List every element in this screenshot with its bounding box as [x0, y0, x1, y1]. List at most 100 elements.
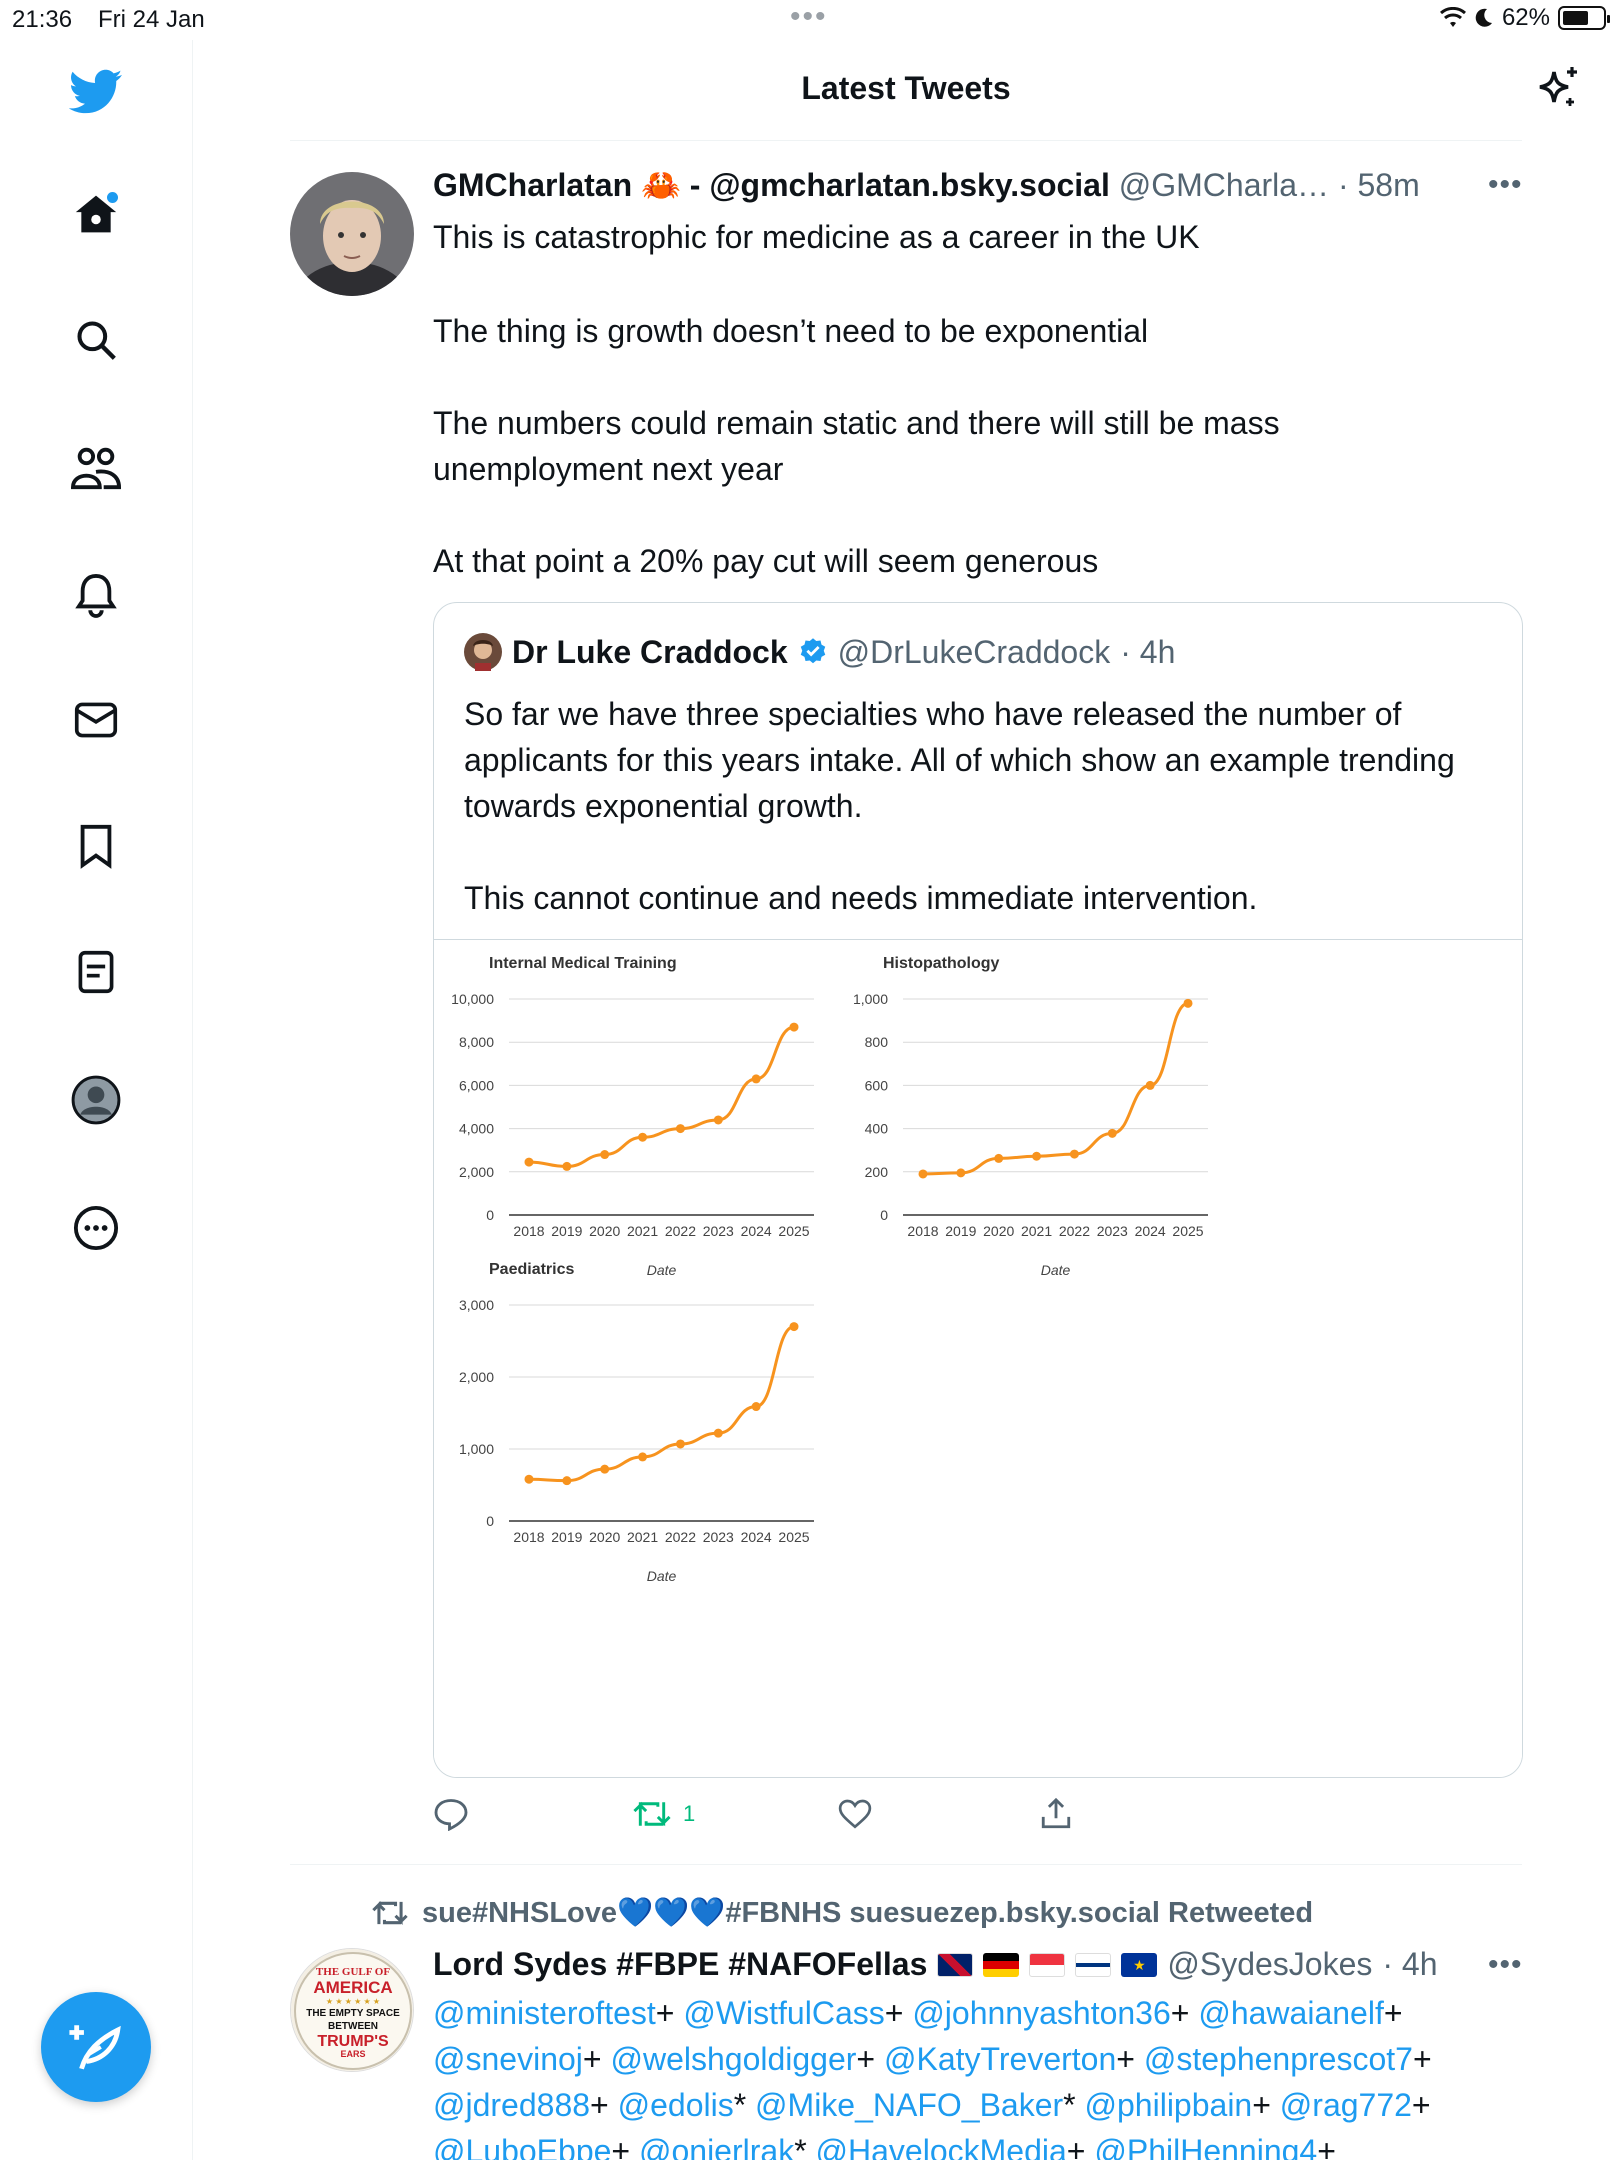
compose-feather-icon: [69, 2025, 121, 2070]
x-tick-label: 2021: [627, 1223, 658, 1239]
moon-icon: [1475, 8, 1492, 27]
bell-icon[interactable]: [68, 567, 124, 623]
mention-separator: +: [1066, 2133, 1086, 2160]
chart: Internal Medical Training 0 2,000 4,000 6,00…: [451, 955, 814, 1278]
mention-link[interactable]: @welshgoldigger: [610, 2041, 856, 2077]
mention-link[interactable]: @snevinoj: [433, 2041, 583, 2077]
singapore-flag-icon: [1029, 1952, 1066, 1977]
x-axis-label: Date: [1041, 1262, 1071, 1278]
twitter-bird-icon[interactable]: [68, 64, 124, 120]
search-icon[interactable]: [68, 312, 124, 368]
profile-icon[interactable]: [68, 1072, 124, 1128]
data-point: [1032, 1151, 1042, 1161]
home-icon[interactable]: [68, 186, 124, 242]
mail-icon[interactable]: [68, 692, 124, 748]
mention-link[interactable]: @Mike_NAFO_Baker: [755, 2087, 1063, 2123]
mention-link[interactable]: @WistfulCass: [683, 1995, 884, 2031]
retweeted-by-text: sue#NHSLove💙💙💙#FBNHS suesuezep.bsky.soci…: [422, 1897, 1314, 1929]
x-tick-label: 2021: [627, 1529, 658, 1545]
mention-link[interactable]: @johnnyashton36: [912, 1995, 1170, 2031]
mention-link[interactable]: @rag772: [1280, 2087, 1412, 2123]
mention-link[interactable]: @PhilHenning4: [1094, 2133, 1317, 2160]
mention-link[interactable]: @HavelockMedia: [816, 2133, 1067, 2160]
tweet-author-handle[interactable]: @GMCharla…: [1119, 167, 1329, 203]
heart-icon: [838, 1799, 872, 1829]
retweet-icon: [633, 1801, 671, 1827]
quoted-avatar[interactable]: [464, 633, 502, 671]
badge-text: THE EMPTY SPACE: [306, 2008, 400, 2019]
series-line: [528, 1025, 795, 1168]
status-date: Fri 24 Jan: [98, 6, 205, 33]
x-tick-label: 2025: [778, 1529, 809, 1545]
mention-link[interactable]: @LuboEbpe: [433, 2133, 611, 2160]
chart: Paediatrics 0 1,000 2,000 3,000 2018 2019 2020 2…: [459, 1261, 814, 1584]
mention-link[interactable]: @hawaianelf: [1198, 1995, 1383, 2031]
x-tick-label: 2024: [1135, 1223, 1166, 1239]
mention-link[interactable]: @onierlrak: [639, 2133, 794, 2160]
mention-separator: +: [1317, 2133, 1336, 2160]
mention-separator: +: [1170, 1995, 1190, 2031]
multitasking-dots-icon[interactable]: •••: [790, 0, 828, 34]
status-right: 62%: [1439, 4, 1610, 32]
bookmark-icon[interactable]: [68, 818, 124, 874]
quoted-tweet-text: So far we have three specialties who hav…: [464, 691, 1494, 921]
mention-link[interactable]: @KatyTreverton: [884, 2041, 1116, 2077]
tweet-text-line: The numbers could remain static and ther…: [433, 405, 1280, 487]
quoted-author-name[interactable]: Dr Luke Craddock: [512, 634, 788, 671]
more-icon[interactable]: [68, 1200, 124, 1256]
communities-icon[interactable]: [68, 440, 124, 496]
tweet-avatar[interactable]: [290, 172, 414, 296]
data-point: [789, 1322, 799, 1332]
data-point: [524, 1157, 534, 1167]
mention-link[interactable]: @jdred888: [433, 2087, 590, 2123]
compose-button[interactable]: [41, 1992, 151, 2102]
y-tick-label: 400: [865, 1121, 889, 1137]
tweet2-text: @ministeroftest+ @WistfulCass+ @johnnyas…: [433, 1990, 1533, 2160]
status-time: 21:36: [12, 6, 73, 33]
mention-separator: +: [884, 1995, 904, 2031]
badge-text: THE GULF OF: [316, 1966, 390, 1978]
tweet2-avatar[interactable]: THE GULF OF AMERICA ★ ★ ★ ★ ★ ★ THE EMPT…: [290, 1948, 414, 2072]
data-point: [1183, 998, 1193, 1008]
data-point: [789, 1022, 799, 1032]
reply-icon: [434, 1799, 468, 1831]
quoted-tweet[interactable]: Dr Luke Craddock @DrLukeCraddock · 4h So…: [433, 602, 1523, 1778]
tweet-more-icon[interactable]: •••: [1488, 168, 1523, 202]
retweet-button[interactable]: 1: [633, 1794, 695, 1834]
mention-link[interactable]: @ministeroftest: [433, 1995, 656, 2031]
data-point: [675, 1439, 685, 1449]
quoted-media-charts[interactable]: Internal Medical Training 0 2,000 4,000 6,00…: [434, 939, 1522, 1777]
data-point: [751, 1074, 761, 1084]
y-tick-label: 1,000: [853, 991, 888, 1007]
data-point: [562, 1476, 572, 1486]
quoted-text-paragraph: So far we have three specialties who hav…: [464, 696, 1455, 824]
like-button[interactable]: [838, 1794, 884, 1834]
tweet-time[interactable]: · 58m: [1338, 167, 1420, 203]
x-axis-label: Date: [647, 1568, 677, 1584]
lists-icon[interactable]: [68, 944, 124, 1000]
retweeted-by[interactable]: sue#NHSLove💙💙💙#FBNHS suesuezep.bsky.soci…: [372, 1896, 1313, 1930]
quoted-tweet-time[interactable]: · 4h: [1120, 634, 1175, 671]
tweet2-time[interactable]: · 4h: [1382, 1946, 1437, 1983]
mention-separator: +: [1252, 2087, 1271, 2123]
y-tick-label: 200: [865, 1164, 889, 1180]
mention-link[interactable]: @edolis: [618, 2087, 734, 2123]
data-point: [713, 1428, 723, 1438]
share-button[interactable]: [1040, 1794, 1072, 1834]
reply-button[interactable]: [433, 1794, 481, 1834]
tweet-author-name[interactable]: GMCharlatan 🦀 - @gmcharlatan.bsky.social: [433, 167, 1110, 203]
mention-link[interactable]: @stephenprescot7: [1144, 2041, 1413, 2077]
tweet2-more-icon[interactable]: •••: [1488, 1948, 1523, 1982]
chart-title: Histopathology: [883, 955, 1000, 972]
mention-link[interactable]: @philipbain: [1085, 2087, 1253, 2123]
wifi-icon: [1439, 7, 1466, 27]
y-tick-label: 600: [865, 1077, 889, 1093]
tweet2-author-handle[interactable]: @SydesJokes: [1167, 1946, 1372, 1983]
quoted-author-handle[interactable]: @DrLukeCraddock: [838, 634, 1111, 671]
data-point: [675, 1124, 685, 1134]
sparkle-icon[interactable]: [1534, 64, 1582, 112]
header-divider: [290, 140, 1522, 141]
mention-separator: +: [1412, 2041, 1432, 2077]
page-title: Latest Tweets: [801, 70, 1011, 106]
tweet2-author-name[interactable]: Lord Sydes #FBPE #NAFOFellas: [433, 1946, 927, 1983]
